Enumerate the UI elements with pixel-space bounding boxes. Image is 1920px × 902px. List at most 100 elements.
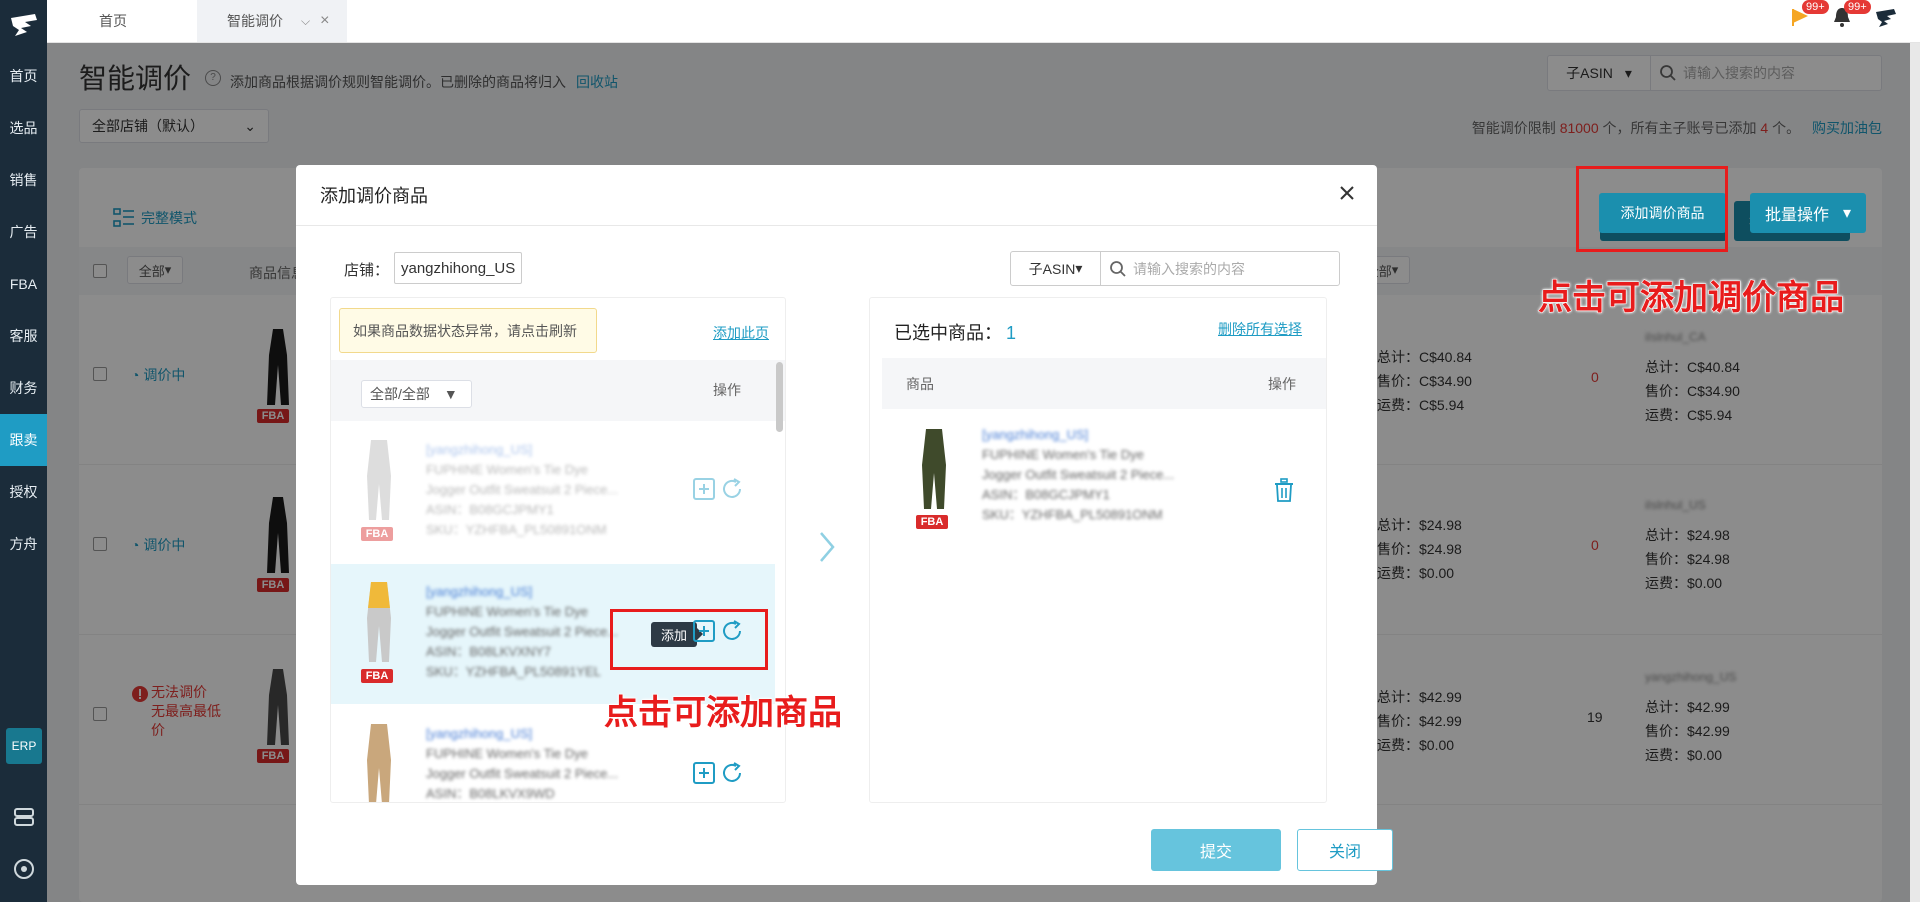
selected-header: 商品 操作 bbox=[882, 358, 1326, 409]
annotation-text-top: 点击可添加调价商品 bbox=[1538, 279, 1845, 318]
add-page-link[interactable]: 添加此页 bbox=[713, 323, 769, 343]
selected-count-label: 已选中商品： 1 bbox=[894, 319, 1016, 345]
tab-home-label: 首页 bbox=[99, 13, 127, 29]
product-title-1: FUPHINE Women's Tie Dye bbox=[982, 447, 1144, 462]
add-product-modal: 添加调价商品 店铺： yangzhihong_US 子ASIN ▾ 请输入搜索的内… bbox=[296, 165, 1393, 885]
modal-search-type-value: 子ASIN bbox=[1028, 260, 1076, 277]
sidebar-item-follow[interactable]: 跟卖 bbox=[0, 414, 47, 466]
sidebar-item-sales[interactable]: 销售 bbox=[0, 154, 47, 206]
help-circle-icon[interactable] bbox=[12, 857, 36, 881]
product-title-2: Jogger Outfit Sweatsuit 2 Piece... bbox=[426, 766, 619, 781]
sidebar-item-selection[interactable]: 选品 bbox=[0, 102, 47, 154]
submit-button[interactable]: 提交 bbox=[1151, 829, 1281, 871]
sidebar-item-fba[interactable]: FBA bbox=[0, 258, 47, 310]
annotation-box-mid bbox=[610, 609, 768, 670]
product-sku: SKU：YZHFBA_PL50891YEL bbox=[426, 664, 601, 679]
tab-smart-pricing[interactable]: 智能调价 ⌵ × bbox=[197, 0, 347, 42]
sidebar-item-ark[interactable]: 方舟 bbox=[0, 518, 47, 570]
selected-item: FBA [yangzhihong_US] FUPHINE Women's Tie… bbox=[870, 409, 1326, 549]
top-bar: 首页 智能调价 ⌵ × 99+ 99+ bbox=[47, 0, 1920, 43]
product-info: [yangzhihong_US] FUPHINE Women's Tie Dye… bbox=[982, 425, 1174, 525]
product-sku: SKU：YZHFBA_PL50891ONM bbox=[982, 507, 1163, 522]
refresh-icon[interactable] bbox=[720, 761, 744, 785]
bell-badge: 99+ bbox=[1844, 0, 1871, 14]
product-info: [yangzhihong_US] FUPHINE Women's Tie Dye… bbox=[426, 440, 618, 540]
product-title-2: Jogger Outfit Sweatsuit 2 Piece... bbox=[426, 624, 619, 639]
store-tag: [yangzhihong_US] bbox=[426, 726, 533, 741]
selected-label: 已选中商品： bbox=[894, 323, 1002, 343]
modal-search-placeholder: 请输入搜索的内容 bbox=[1133, 260, 1245, 277]
search-icon bbox=[1110, 260, 1126, 277]
sidebar-item-service[interactable]: 客服 bbox=[0, 310, 47, 362]
col-product: 商品 bbox=[906, 376, 934, 392]
caret-down-icon: ▾ bbox=[1842, 205, 1852, 222]
shop-label: 店铺： bbox=[344, 262, 390, 279]
close-icon[interactable] bbox=[1337, 183, 1357, 203]
refresh-icon[interactable] bbox=[720, 477, 744, 501]
fba-badge: FBA bbox=[916, 515, 948, 529]
chevron-right-icon bbox=[820, 532, 835, 562]
sidebar: 首页 选品 销售 广告 FBA 客服 财务 跟卖 授权 方舟 ERP bbox=[0, 0, 47, 902]
product-title-2: Jogger Outfit Sweatsuit 2 Piece... bbox=[982, 467, 1175, 482]
top-icons: 99+ 99+ bbox=[1790, 0, 1898, 30]
storage-icon[interactable] bbox=[12, 805, 36, 829]
product-info: [yangzhihong_US] FUPHINE Women's Tie Dye… bbox=[426, 724, 619, 802]
close-button[interactable]: 关闭 bbox=[1297, 829, 1393, 871]
product-image bbox=[367, 440, 391, 520]
erp-button[interactable]: ERP bbox=[6, 728, 42, 764]
product-info: [yangzhihong_US] FUPHINE Women's Tie Dye… bbox=[426, 582, 618, 682]
product-sku: SKU：YZHFBA_PL50891ONM bbox=[426, 522, 607, 537]
product-asin: ASIN：B08LKVXNY7 bbox=[426, 644, 552, 659]
tab-home[interactable]: 首页 bbox=[99, 0, 127, 42]
product-asin: ASIN：B08GCJPMY1 bbox=[982, 487, 1110, 502]
selected-products-panel: 已选中商品： 1 删除所有选择 商品 操作 FBA [yangzhihong_US… bbox=[869, 297, 1327, 803]
sidebar-item-ads[interactable]: 广告 bbox=[0, 206, 47, 258]
list-filter-select[interactable]: 全部/全部 ▼ bbox=[361, 380, 472, 408]
page-scrollbar[interactable] bbox=[1910, 43, 1920, 902]
product-asin: ASIN：B08GCJPMY1 bbox=[426, 502, 554, 517]
caret-down-icon: ▾ bbox=[1075, 260, 1083, 276]
add-square-icon[interactable] bbox=[692, 477, 716, 501]
flag-badge: 99+ bbox=[1802, 0, 1829, 14]
product-image bbox=[367, 724, 391, 802]
selected-count: 1 bbox=[1006, 323, 1017, 343]
close-icon[interactable]: × bbox=[320, 12, 329, 30]
horizontal-scrollbar[interactable] bbox=[1344, 874, 1606, 882]
annotation-box-top bbox=[1576, 166, 1728, 252]
product-image bbox=[922, 429, 946, 509]
product-asin: ASIN：B08LKVX9WD bbox=[426, 786, 555, 801]
shop-input[interactable]: yangzhihong_US bbox=[394, 252, 522, 284]
batch-label-hl: 批量操作 bbox=[1764, 207, 1829, 224]
store-tag: [yangzhihong_US] bbox=[982, 427, 1089, 442]
batch-operation-button-highlight[interactable]: 批量操作 ▾ bbox=[1750, 193, 1866, 233]
modal-title: 添加调价商品 bbox=[320, 186, 428, 206]
product-title-1: FUPHINE Women's Tie Dye bbox=[426, 746, 588, 761]
annotation-text-mid: 点击可添加商品 bbox=[604, 694, 843, 733]
store-tag: [yangzhihong_US] bbox=[426, 584, 533, 599]
tab-smart-pricing-label: 智能调价 bbox=[227, 13, 283, 29]
chevron-down-icon[interactable]: ⌵ bbox=[301, 14, 310, 29]
product-image bbox=[367, 582, 391, 662]
modal-search-input[interactable]: 请输入搜索的内容 bbox=[1101, 252, 1339, 285]
bell-notification[interactable]: 99+ bbox=[1832, 0, 1871, 30]
caret-down-icon: ▼ bbox=[443, 386, 458, 402]
product-title-2: Jogger Outfit Sweatsuit 2 Piece... bbox=[426, 482, 619, 497]
app-logo-icon[interactable] bbox=[0, 0, 47, 50]
flag-notification[interactable]: 99+ bbox=[1790, 0, 1829, 30]
modal-divider bbox=[296, 225, 1377, 226]
sidebar-item-auth[interactable]: 授权 bbox=[0, 466, 47, 518]
product-title-1: FUPHINE Women's Tie Dye bbox=[426, 604, 588, 619]
avatar-icon bbox=[1876, 9, 1896, 27]
fba-badge: FBA bbox=[361, 669, 393, 683]
sidebar-item-finance[interactable]: 财务 bbox=[0, 362, 47, 414]
modal-search-type[interactable]: 子ASIN ▾ bbox=[1011, 252, 1101, 285]
list-item: FBA [yangzhihong_US] FUPHINE Women's Tie… bbox=[331, 422, 775, 562]
list-scrollbar[interactable] bbox=[776, 362, 783, 432]
sidebar-item-home[interactable]: 首页 bbox=[0, 50, 47, 102]
product-title-1: FUPHINE Women's Tie Dye bbox=[426, 462, 588, 477]
add-square-icon[interactable] bbox=[692, 761, 716, 785]
user-avatar[interactable] bbox=[1874, 6, 1898, 30]
refresh-warning: 如果商品数据状态异常，请点击刷新 bbox=[339, 308, 597, 353]
clear-all-link[interactable]: 删除所有选择 bbox=[1218, 319, 1302, 339]
trash-icon[interactable] bbox=[1272, 477, 1296, 503]
